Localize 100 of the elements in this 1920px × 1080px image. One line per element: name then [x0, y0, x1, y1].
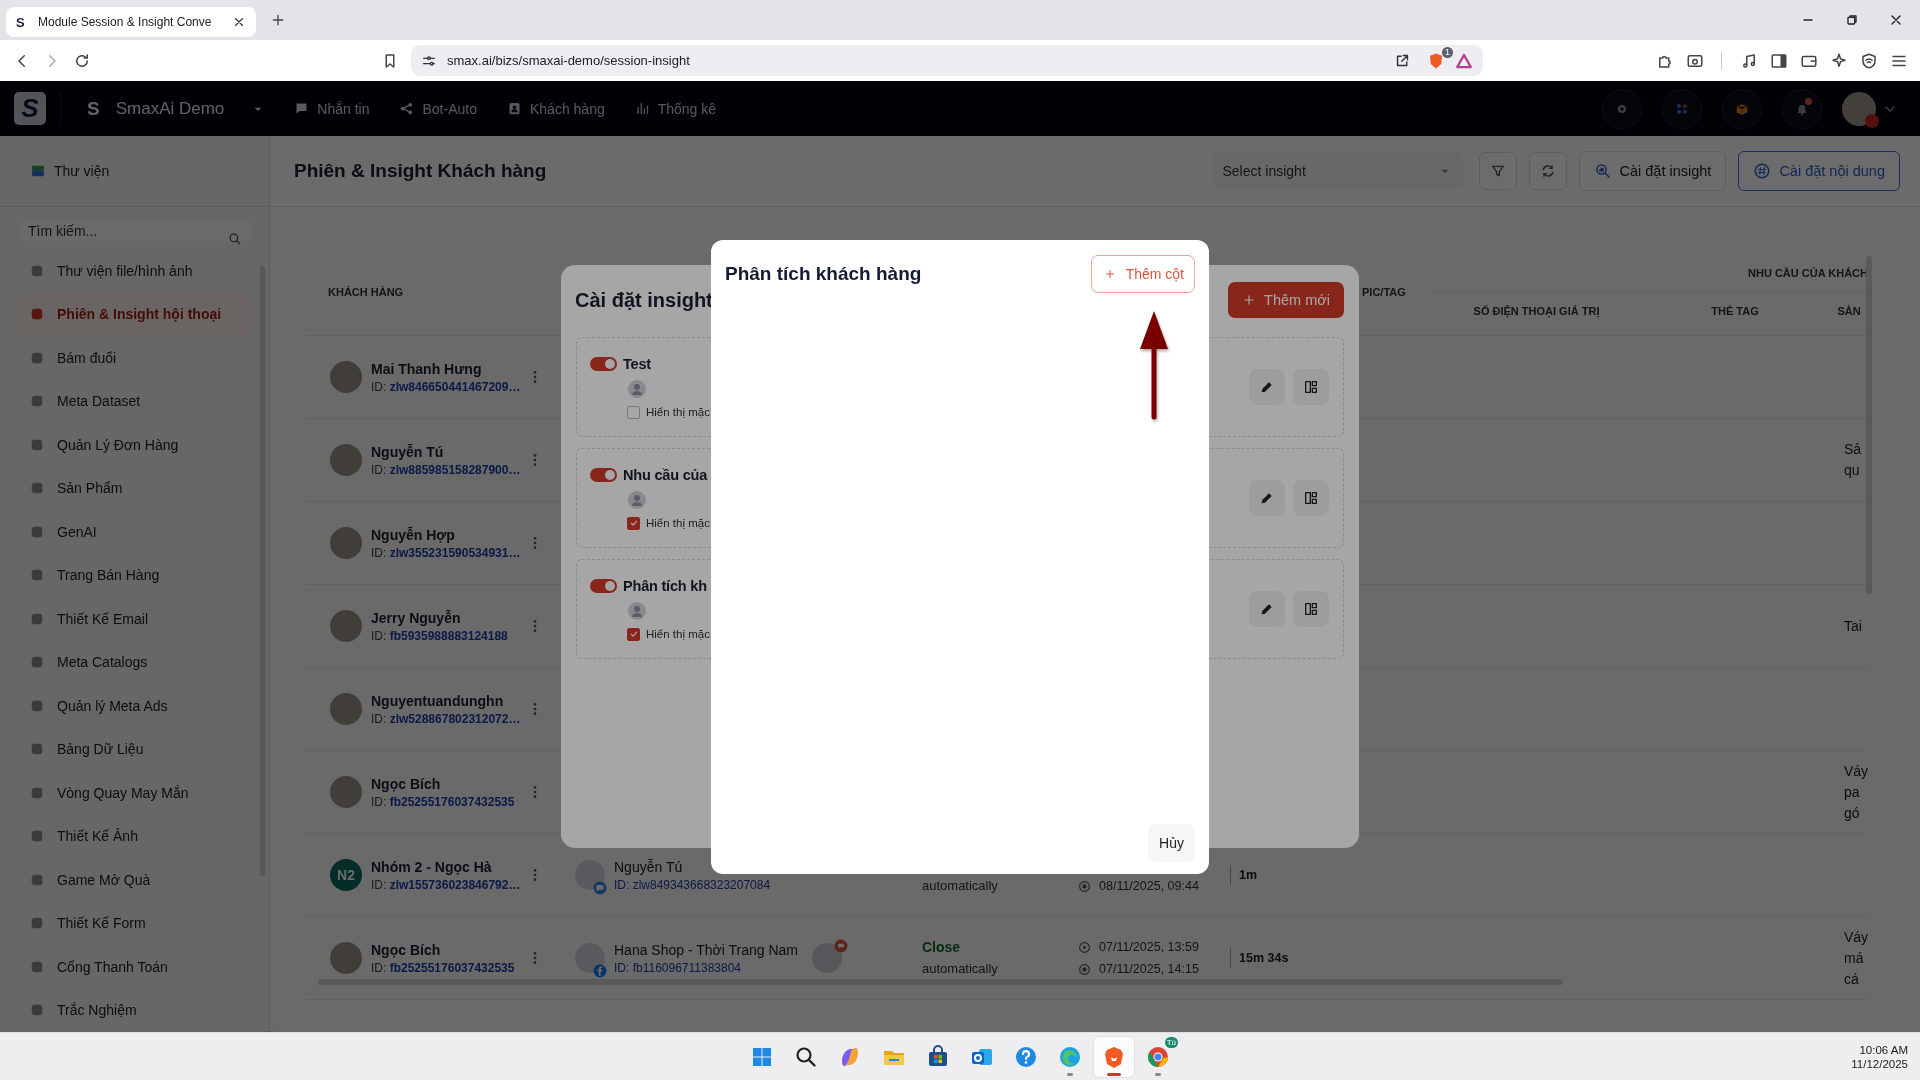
- sidebar-item[interactable]: Sản Phẩm: [15, 466, 249, 510]
- nav-item[interactable]: Thống kê: [634, 100, 717, 117]
- page-name: Hana Shop - Thời Trang Nam: [614, 941, 798, 958]
- customer-id[interactable]: ID: zlw846650441467209…: [371, 379, 518, 394]
- checkbox[interactable]: [627, 516, 640, 530]
- sidebar-item[interactable]: Bám đuổi: [15, 336, 249, 380]
- toggle-switch[interactable]: [590, 356, 617, 371]
- avatar-photo: [330, 361, 362, 393]
- page-title: Phiên & Insight Khách hàng: [294, 160, 547, 182]
- checkbox[interactable]: [627, 405, 640, 419]
- checkbox-label: Hiển thị mặc: [646, 628, 710, 640]
- timestamp: 07/11/2025, 14:15: [1099, 962, 1199, 976]
- sidebar-item[interactable]: Quản lý Meta Ads: [15, 684, 249, 728]
- filter-button[interactable]: [1478, 152, 1517, 190]
- sidebar-item[interactable]: Bảng Dữ Liệu: [15, 727, 249, 771]
- page-avatar: [575, 943, 605, 973]
- plus-icon[interactable]: [270, 12, 286, 28]
- avatar: N2: [330, 859, 362, 891]
- reload-icon[interactable]: [73, 51, 91, 70]
- sidebar-item[interactable]: Vòng Quay May Mắn: [15, 771, 249, 815]
- nav-item[interactable]: Nhắn tin: [294, 100, 370, 117]
- nav-item[interactable]: Bot-Auto: [399, 100, 477, 117]
- layout-button[interactable]: [1293, 480, 1329, 516]
- column-header: PIC/TAG: [1362, 286, 1406, 298]
- customer-name: Nguyentuandunghn: [371, 692, 505, 709]
- insight-settings-button[interactable]: Cài đặt insight: [1578, 151, 1727, 191]
- edit-button[interactable]: [1249, 480, 1285, 516]
- customer-name: Mai Thanh Hưng: [371, 360, 483, 377]
- clock-date: 11/12/2025: [1851, 1057, 1908, 1070]
- tile-icon: [30, 307, 44, 322]
- customer-id[interactable]: ID: zlw155736023846792…: [371, 877, 518, 892]
- plus-icon: [1242, 293, 1257, 307]
- nav-item[interactable]: Khách hàng: [506, 100, 605, 117]
- triangle-icon[interactable]: [1455, 51, 1473, 70]
- layout-icon: [1303, 601, 1319, 617]
- customer-id[interactable]: ID: fb5935988883124188: [371, 628, 508, 643]
- browser-tab[interactable]: S Module Session & Insight Conve: [6, 7, 256, 37]
- app-logo[interactable]: S: [14, 92, 46, 125]
- checkbox[interactable]: [627, 627, 640, 641]
- tile-icon: [30, 437, 44, 452]
- toggle-switch[interactable]: [590, 467, 617, 482]
- sidebar-item[interactable]: Thiết Kế Ảnh: [15, 814, 249, 858]
- stop-circle-icon: [1078, 962, 1091, 976]
- facebook-icon: [593, 964, 607, 978]
- sidebar-icon[interactable]: [1770, 51, 1788, 70]
- check-icon: [628, 518, 639, 528]
- sidebar-item[interactable]: GenAI: [15, 510, 249, 554]
- taskbar-button[interactable]: Tú: [1138, 1036, 1178, 1077]
- dialog-title: Phân tích khách hàng: [725, 263, 922, 285]
- content-settings-button[interactable]: Cài đặt nội dung: [1738, 151, 1900, 191]
- tile-icon: [30, 1003, 44, 1018]
- sidebar-item[interactable]: Thiết Kế Form: [15, 901, 249, 945]
- refresh-button[interactable]: [1528, 152, 1567, 190]
- sidebar-item[interactable]: Meta Dataset: [15, 379, 249, 423]
- page-name: Nguyễn Tú: [614, 858, 684, 875]
- sidebar-item[interactable]: Thư viện file/hình ảnh: [15, 249, 249, 293]
- cell-text: Váy pa gó: [1844, 761, 1868, 823]
- layout-button[interactable]: [1293, 591, 1329, 627]
- restore-icon[interactable]: [1844, 12, 1860, 28]
- layout-icon: [1303, 490, 1319, 506]
- edit-button[interactable]: [1249, 369, 1285, 405]
- shield-icon[interactable]: [1427, 51, 1445, 70]
- customer-id[interactable]: ID: zlw528867802312072…: [371, 711, 518, 726]
- tile-icon: [30, 655, 44, 670]
- edit-button[interactable]: [1249, 591, 1285, 627]
- count-badge: Tú: [1164, 1036, 1178, 1048]
- add-column-button[interactable]: Thêm cột: [1090, 255, 1195, 293]
- customer-id[interactable]: ID: zlw355231590534931…: [371, 545, 518, 560]
- sidebar-item[interactable]: Trang Bán Hàng: [15, 553, 249, 597]
- workspace-name[interactable]: SmaxAi Demo: [115, 98, 225, 119]
- sidebar-item[interactable]: Trắc Nghiệm: [15, 988, 249, 1032]
- layout-button[interactable]: [1293, 369, 1329, 405]
- sidebar-item[interactable]: Thiết Kế Email: [15, 597, 249, 641]
- sidebar-item[interactable]: Cổng Thanh Toán: [15, 945, 249, 989]
- sidebar-item[interactable]: Game Mở Quà: [15, 858, 249, 902]
- checkbox-label: Hiển thị mặc: [646, 517, 710, 529]
- share-icon[interactable]: [1394, 52, 1411, 69]
- sidebar-item[interactable]: Quản Lý Đơn Hàng: [15, 423, 249, 467]
- address-bar[interactable]: smax.ai/bizs/smaxai-demo/session-insight 1: [411, 45, 1483, 76]
- insight-name: Nhu cầu của: [623, 466, 707, 483]
- sidebar-item[interactable]: Phiên & Insight hội thoại: [15, 292, 249, 336]
- customer-id[interactable]: ID: zlw885985158287900…: [371, 462, 518, 477]
- avatar-photo: [330, 942, 362, 974]
- page-avatar: [575, 860, 605, 890]
- sparkle-icon[interactable]: [1830, 51, 1848, 70]
- help-icon: [1014, 1044, 1038, 1069]
- duration: 1m: [1230, 865, 1258, 885]
- tile-icon: [30, 611, 44, 626]
- add-button[interactable]: Thêm mới: [1228, 282, 1344, 318]
- close-icon[interactable]: [232, 15, 246, 29]
- workspace-initial: S: [87, 97, 100, 120]
- favicon: S: [16, 14, 26, 30]
- customer-id[interactable]: ID: fb25255176037432535: [371, 960, 515, 975]
- toggle-switch[interactable]: [590, 578, 617, 593]
- cancel-button[interactable]: Hủy: [1148, 824, 1195, 862]
- shield-icon[interactable]: [1860, 51, 1878, 70]
- chat-badge-icon: [834, 939, 848, 953]
- customer-id[interactable]: ID: fb25255176037432535: [371, 794, 515, 809]
- music-note-icon[interactable]: [1740, 51, 1758, 70]
- sidebar-item[interactable]: Meta Catalogs: [15, 640, 249, 684]
